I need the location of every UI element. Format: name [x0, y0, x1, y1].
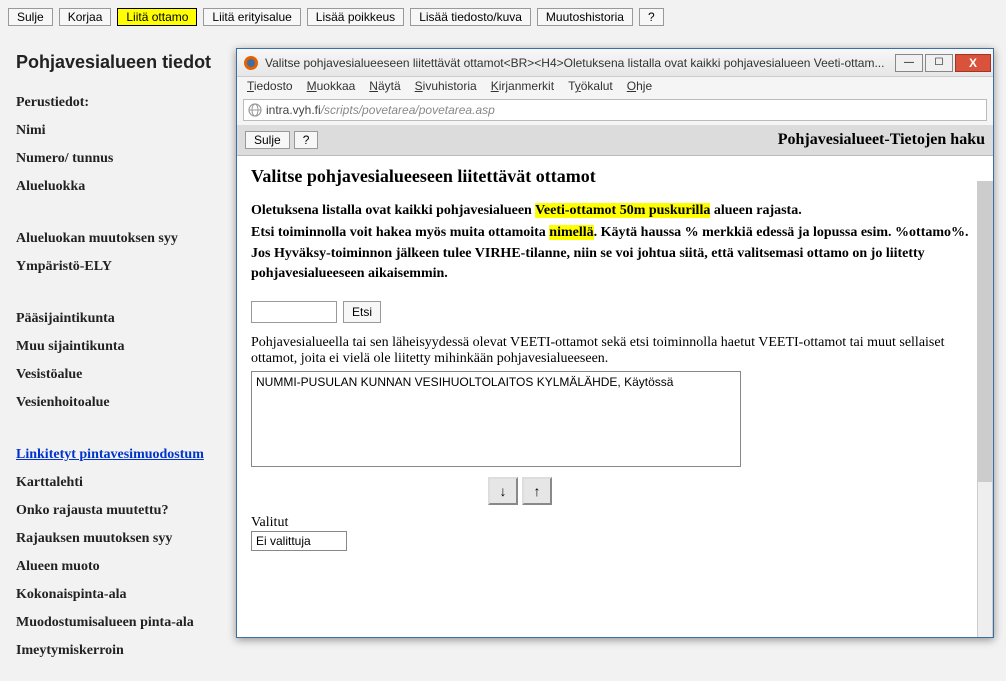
attach-special-area-button[interactable]: Liitä erityisalue — [203, 8, 300, 26]
menu-edit[interactable]: Muokkaa — [307, 79, 356, 93]
search-input[interactable] — [251, 301, 337, 323]
menu-view[interactable]: Näytä — [369, 79, 400, 93]
add-file-button[interactable]: Lisää tiedosto/kuva — [410, 8, 531, 26]
move-buttons: ↓ ↑ — [275, 477, 765, 505]
maximize-button[interactable]: ☐ — [925, 54, 953, 72]
search-row: Etsi — [251, 301, 979, 323]
intro-line-2: Etsi toiminnolla voit hakea myös muita o… — [251, 223, 979, 243]
content-title: Pohjavesialueet-Tietojen haku — [778, 131, 985, 149]
vertical-scrollbar[interactable] — [977, 181, 993, 638]
browser-menubar: Tiedosto Muokkaa Näytä Sivuhistoria Kirj… — [237, 77, 993, 97]
search-button[interactable]: Etsi — [343, 301, 381, 323]
url-bar: intra.vyh.fi/scripts/povetarea/povetarea… — [237, 97, 993, 125]
url-text: intra.vyh.fi/scripts/povetarea/povetarea… — [266, 103, 495, 117]
main-toolbar: Sulje Korjaa Liitä ottamo Liitä erityisa… — [0, 0, 1006, 32]
menu-file[interactable]: Tiedosto — [247, 79, 293, 93]
intro-line-3: Jos Hyväksy-toiminnon jälkeen tulee VIRH… — [251, 244, 979, 283]
url-input[interactable]: intra.vyh.fi/scripts/povetarea/povetarea… — [243, 99, 987, 121]
window-close-button[interactable]: X — [955, 54, 991, 72]
move-up-button[interactable]: ↑ — [522, 477, 552, 505]
listbox-description: Pohjavesialueella tai sen läheisyydessä … — [251, 335, 979, 367]
scrollbar-thumb[interactable] — [978, 182, 992, 482]
attach-intake-button[interactable]: Liitä ottamo — [117, 8, 197, 26]
content-toolbar: Sulje ? Pohjavesialueet-Tietojen haku — [237, 125, 993, 156]
popup-inner-close-button[interactable]: Sulje — [245, 131, 290, 149]
minimize-button[interactable]: — — [895, 54, 923, 72]
close-button[interactable]: Sulje — [8, 8, 53, 26]
listbox-item[interactable]: NUMMI-PUSULAN KUNNAN VESIHUOLTOLAITOS KY… — [256, 374, 736, 390]
menu-history[interactable]: Sivuhistoria — [415, 79, 477, 93]
selected-label: Valitut — [251, 515, 979, 531]
window-title: Valitse pohjavesialueeseen liitettävät o… — [265, 56, 895, 70]
firefox-icon — [243, 55, 259, 71]
popup-content: Sulje ? Pohjavesialueet-Tietojen haku Va… — [237, 125, 993, 637]
move-down-button[interactable]: ↓ — [488, 477, 518, 505]
change-history-button[interactable]: Muutoshistoria — [537, 8, 633, 26]
selected-none-item: Ei valittuja — [256, 534, 311, 548]
menu-help[interactable]: Ohje — [627, 79, 652, 93]
available-ottamot-listbox[interactable]: NUMMI-PUSULAN KUNNAN VESIHUOLTOLAITOS KY… — [251, 371, 741, 467]
selected-listbox[interactable]: Ei valittuja — [251, 531, 347, 551]
menu-bookmarks[interactable]: Kirjanmerkit — [491, 79, 554, 93]
add-exception-button[interactable]: Lisää poikkeus — [307, 8, 404, 26]
window-titlebar[interactable]: Valitse pohjavesialueeseen liitettävät o… — [237, 49, 993, 77]
popup-inner-help-button[interactable]: ? — [294, 131, 319, 149]
menu-tools[interactable]: Työkalut — [568, 79, 613, 93]
fix-button[interactable]: Korjaa — [59, 8, 112, 26]
globe-icon — [248, 103, 262, 117]
intro-line-1: Oletuksena listalla ovat kaikki pohjaves… — [251, 201, 979, 221]
help-button[interactable]: ? — [639, 8, 664, 26]
window-controls: — ☐ X — [895, 54, 991, 72]
popup-window: Valitse pohjavesialueeseen liitettävät o… — [236, 48, 994, 638]
section-heading: Valitse pohjavesialueeseen liitettävät o… — [251, 166, 979, 187]
